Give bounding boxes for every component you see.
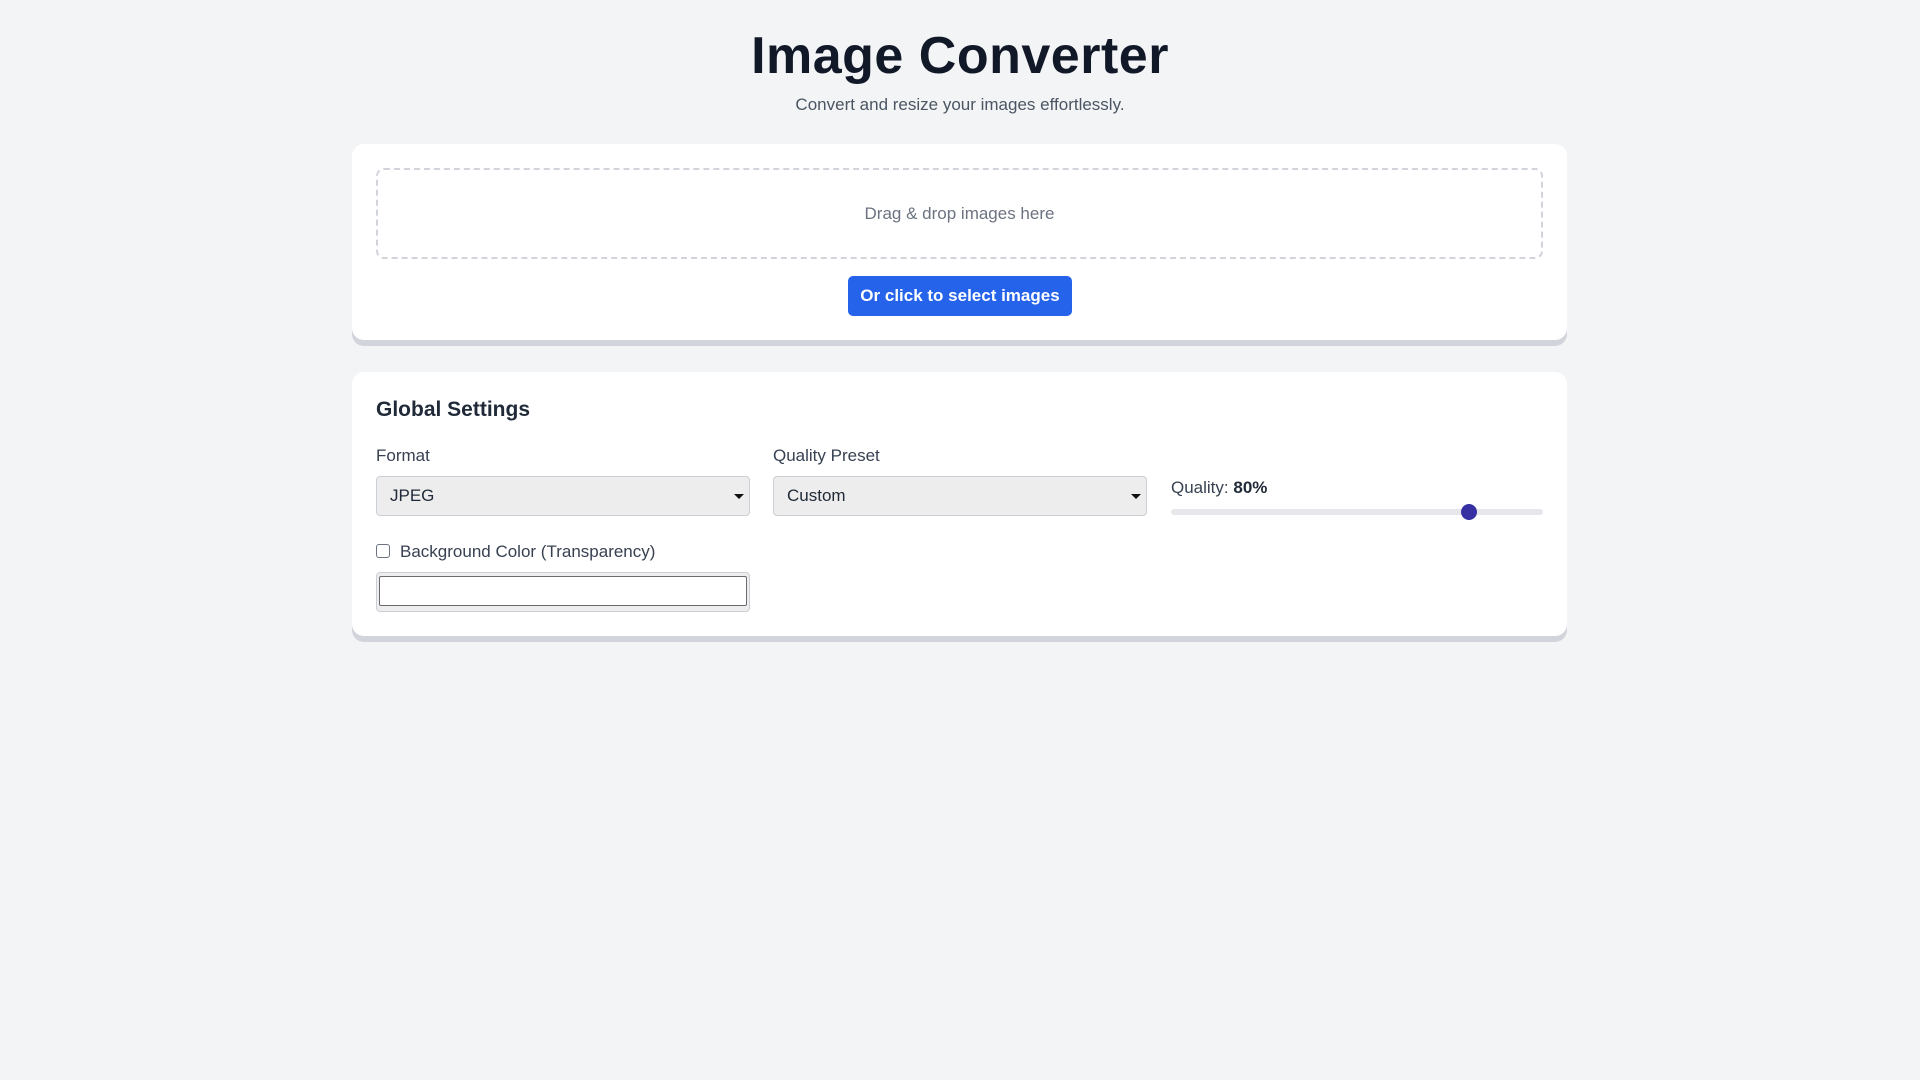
- format-select[interactable]: JPEG: [376, 476, 750, 516]
- color-swatch[interactable]: [379, 576, 747, 606]
- quality-preset-select-value: Custom: [787, 486, 846, 505]
- chevron-down-icon: [1131, 494, 1141, 499]
- dropzone[interactable]: Drag & drop images here: [376, 168, 1543, 259]
- page-header: Image Converter Convert and resize your …: [0, 0, 1920, 116]
- page-title: Image Converter: [751, 27, 1169, 85]
- quality-slider-thumb[interactable]: [1460, 504, 1477, 520]
- format-label: Format: [376, 446, 430, 465]
- quality-slider[interactable]: [1171, 504, 1543, 520]
- quality-value: 80%: [1233, 478, 1268, 497]
- format-select-value: JPEG: [390, 486, 435, 505]
- settings-card: Global Settings Format JPEG Quality Pres…: [352, 372, 1567, 636]
- background-color-checkbox[interactable]: [376, 544, 390, 558]
- quality-preset-label: Quality Preset: [773, 446, 880, 465]
- select-images-button[interactable]: Or click to select images: [848, 276, 1072, 316]
- background-color-input[interactable]: [376, 572, 750, 612]
- page-subtitle: Convert and resize your images effortles…: [795, 95, 1125, 114]
- chevron-down-icon: [734, 494, 744, 499]
- quality-preset-select[interactable]: Custom: [773, 476, 1147, 516]
- quality-label: Quality: 80%: [1171, 478, 1267, 498]
- upload-card: Drag & drop images here Or click to sele…: [352, 144, 1567, 340]
- background-color-label: Background Color (Transparency): [400, 542, 656, 561]
- dropzone-text: Drag & drop images here: [864, 203, 1055, 223]
- settings-title: Global Settings: [376, 398, 531, 421]
- quality-label-text: Quality:: [1171, 478, 1229, 497]
